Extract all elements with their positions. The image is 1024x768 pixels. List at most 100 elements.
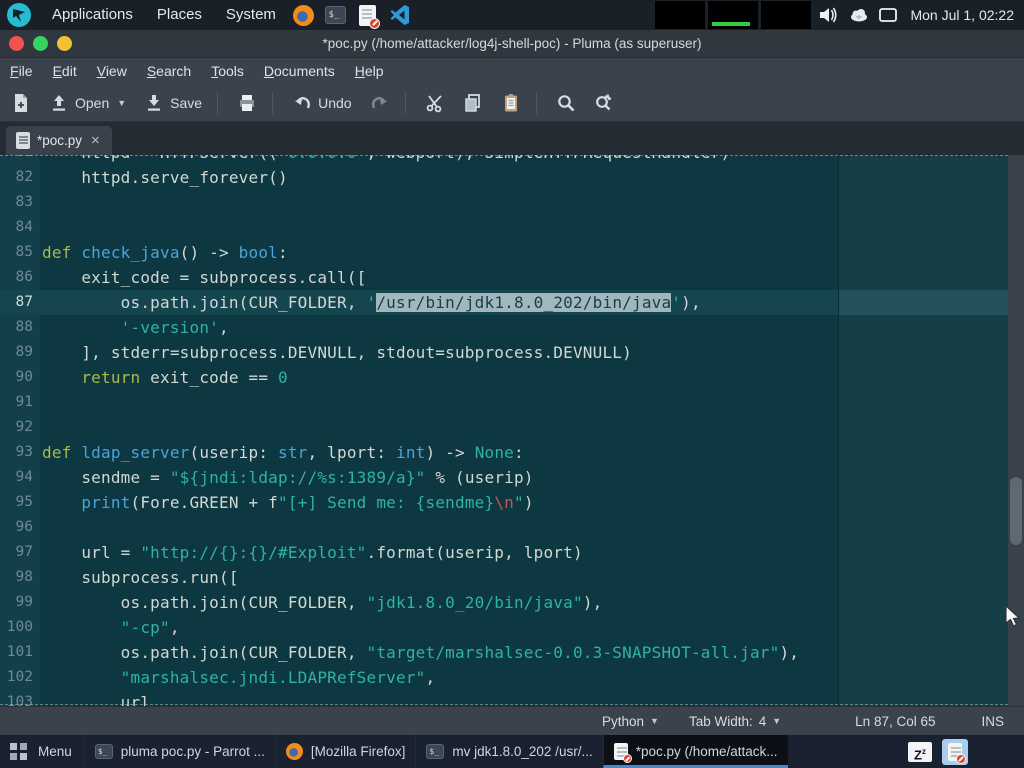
menu-edit[interactable]: Edit <box>43 58 87 85</box>
line-number: 82 <box>0 165 40 190</box>
code-text: def ldap_server(userip: str, lport: int)… <box>40 440 524 465</box>
line-number: 101 <box>0 640 40 665</box>
screen-icon[interactable] <box>879 8 897 22</box>
speaker-icon[interactable] <box>819 6 839 24</box>
tab-close-icon[interactable]: × <box>89 132 102 149</box>
line-number: 96 <box>0 515 40 540</box>
terminal-icon: $_ <box>95 744 113 759</box>
pluma-launcher[interactable] <box>357 4 379 26</box>
chevron-down-icon: ▼ <box>650 716 659 726</box>
code-text: httpd.serve_forever() <box>40 165 288 190</box>
toolbar-separator <box>405 92 406 114</box>
insert-mode-indicator[interactable]: INS <box>975 714 1010 729</box>
open-button[interactable]: Open ▼ <box>42 89 133 117</box>
firefox-launcher[interactable] <box>293 4 315 26</box>
code-text: return exit_code == 0 <box>40 365 288 390</box>
code-text <box>40 415 42 440</box>
window-preview[interactable] <box>708 1 758 29</box>
cut-button[interactable] <box>418 89 452 117</box>
open-dropdown-chevron[interactable]: ▼ <box>117 98 126 108</box>
task-label: pluma poc.py - Parrot ... <box>121 744 265 759</box>
code-editor[interactable]: 81 httpd = HTTPServer(('0.0.0.0', webpor… <box>0 155 1024 706</box>
undo-button[interactable]: Undo <box>285 89 358 117</box>
find-button[interactable] <box>549 89 583 117</box>
scroll-edge-indicator <box>0 704 1008 705</box>
new-document-icon <box>11 93 31 113</box>
menu-documents[interactable]: Documents <box>254 58 345 85</box>
scrollbar-thumb[interactable] <box>1010 477 1022 545</box>
taskbar-item-terminal-pluma[interactable]: $_ pluma poc.py - Parrot ... <box>84 735 275 768</box>
taskbar-item-firefox[interactable]: [Mozilla Firefox] <box>275 735 416 768</box>
menu-help[interactable]: Help <box>345 58 394 85</box>
code-text: httpd = HTTPServer(('0.0.0.0', webport),… <box>40 155 730 165</box>
taskbar-item-terminal-mv[interactable]: $_ mv jdk1.8.0_202 /usr/... <box>415 735 602 768</box>
firefox-icon <box>286 743 303 760</box>
vscode-launcher[interactable] <box>389 4 411 26</box>
code-text <box>40 190 42 215</box>
panel-clock[interactable]: Mon Jul 1, 02:22 <box>910 7 1014 23</box>
code-text: exit_code = subprocess.call([ <box>40 265 366 290</box>
taskbar-item-pluma-active[interactable]: *poc.py (/home/attack... <box>603 735 788 768</box>
new-document-button[interactable] <box>4 89 38 117</box>
line-number: 89 <box>0 340 40 365</box>
tab-title: *poc.py <box>37 133 82 148</box>
code-text: '-version', <box>40 315 229 340</box>
places-menu[interactable]: Places <box>145 0 214 30</box>
open-icon <box>49 93 69 113</box>
window-preview[interactable] <box>655 1 705 29</box>
find-replace-icon <box>594 93 614 113</box>
terminal-icon: $_ <box>426 744 444 759</box>
pluma-icon <box>359 5 376 26</box>
mouse-cursor <box>1004 605 1021 629</box>
save-icon <box>144 93 164 113</box>
menu-file[interactable]: File <box>0 58 43 85</box>
paste-icon <box>501 93 521 113</box>
paste-button[interactable] <box>494 89 528 117</box>
copy-icon <box>463 93 483 113</box>
system-menu[interactable]: System <box>214 0 288 30</box>
active-app-indicator[interactable] <box>942 739 968 765</box>
toolbar: Open ▼ Save Undo <box>0 85 1024 122</box>
firefox-icon <box>293 5 314 26</box>
window-preview[interactable] <box>761 1 811 29</box>
taskbar: Menu $_ pluma poc.py - Parrot ... [Mozil… <box>0 735 1024 768</box>
terminal-launcher[interactable]: $_ <box>325 4 347 26</box>
copy-button[interactable] <box>456 89 490 117</box>
applications-menu[interactable]: Applications <box>40 0 145 30</box>
cloud-icon[interactable] <box>849 8 869 22</box>
panel-tray: Mon Jul 1, 02:22 <box>655 1 1024 29</box>
toolbar-separator <box>217 92 218 114</box>
line-number: 92 <box>0 415 40 440</box>
line-number: 88 <box>0 315 40 340</box>
cursor-position: Ln 87, Col 65 <box>849 714 941 729</box>
chevron-down-icon: ▼ <box>772 716 781 726</box>
print-icon <box>237 93 257 113</box>
task-label: *poc.py (/home/attack... <box>636 744 778 759</box>
line-number: 81 <box>0 155 40 165</box>
pluma-icon <box>614 743 628 760</box>
right-margin-zone <box>839 155 1008 706</box>
menubar: File Edit View Search Tools Documents He… <box>0 58 1024 85</box>
save-button[interactable]: Save <box>137 89 209 117</box>
code-text: "-cp", <box>40 615 180 640</box>
code-text: subprocess.run([ <box>40 565 239 590</box>
print-button[interactable] <box>230 89 264 117</box>
tab-width-selector[interactable]: Tab Width: 4 ▼ <box>683 714 787 729</box>
start-menu-button[interactable]: Menu <box>0 735 84 768</box>
redo-button[interactable] <box>363 89 397 117</box>
menu-search[interactable]: Search <box>137 58 201 85</box>
tab-poc-py[interactable]: *poc.py × <box>6 126 112 155</box>
menu-tools[interactable]: Tools <box>201 58 254 85</box>
menu-view[interactable]: View <box>87 58 137 85</box>
taskbar-tray: Zz <box>908 739 1024 765</box>
selected-text: /usr/bin/jdk1.8.0_202/bin/java <box>376 293 671 312</box>
code-text: os.path.join(CUR_FOLDER, '/usr/bin/jdk1.… <box>40 290 701 315</box>
document-icon <box>16 132 30 149</box>
code-text: os.path.join(CUR_FOLDER, "jdk1.8.0_20/bi… <box>40 590 602 615</box>
replace-button[interactable] <box>587 89 621 117</box>
line-number: 100 <box>0 615 40 640</box>
language-selector[interactable]: Python ▼ <box>596 714 665 729</box>
parrot-logo-icon[interactable] <box>6 2 32 28</box>
keyboard-layout-icon[interactable]: Zz <box>908 742 932 762</box>
code-text: print(Fore.GREEN + f"[+] Send me: {sendm… <box>40 490 534 515</box>
